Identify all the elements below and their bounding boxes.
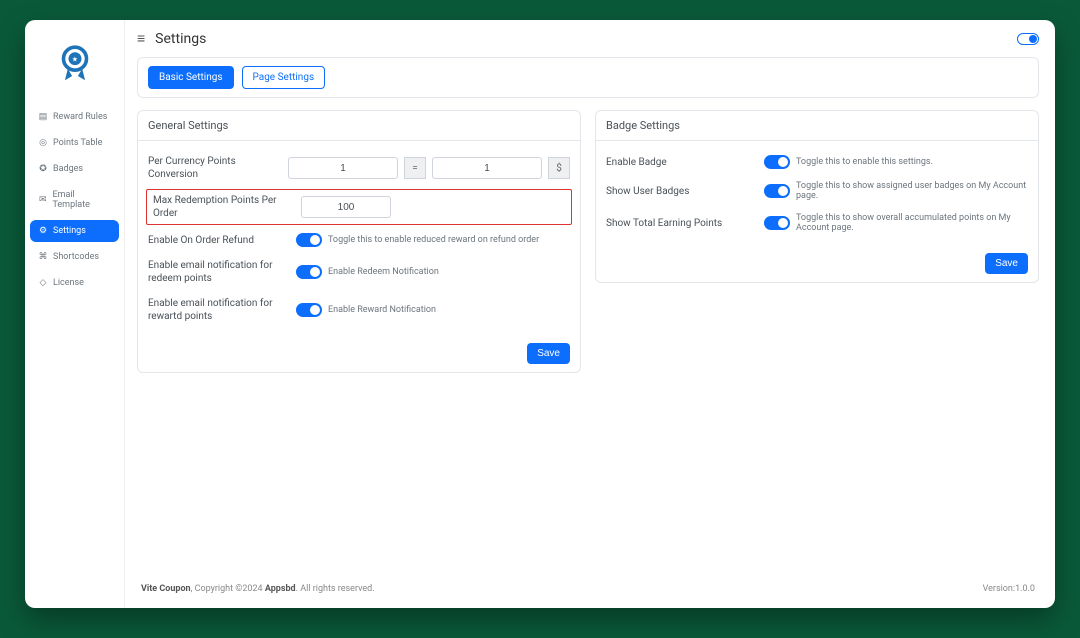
footer-product: Vite Coupon (141, 584, 191, 594)
svg-text:★: ★ (71, 55, 77, 64)
sidebar-item-badges[interactable]: ✪ Badges (30, 158, 119, 180)
main: ≡ Settings Basic Settings Page Settings … (125, 20, 1055, 608)
tab-page-settings[interactable]: Page Settings (242, 66, 326, 89)
sidebar-item-settings[interactable]: ⚙ Settings (30, 220, 119, 242)
footer-version: Version:1.0.0 (983, 584, 1035, 594)
sidebar-item-license[interactable]: ◇ License (30, 272, 119, 294)
content: Basic Settings Page Settings General Set… (125, 57, 1055, 608)
save-badge-button[interactable]: Save (985, 253, 1028, 274)
row-enable-badge: Enable Badge Toggle this to enable this … (606, 149, 1028, 175)
row-show-total-points: Show Total Earning Points Toggle this to… (606, 207, 1028, 239)
sidebar: ★ ▤ Reward Rules ◎ Points Table ✪ Badges… (25, 20, 125, 608)
label-enable-badge: Enable Badge (606, 156, 756, 169)
page-title: Settings (155, 31, 206, 47)
currency-box: $ (548, 157, 570, 179)
label-max-redemption: Max Redemption Points Per Order (153, 194, 293, 220)
sidebar-item-label: Settings (53, 226, 86, 236)
toggle-redeem-notif[interactable] (296, 265, 322, 279)
row-enable-refund: Enable On Order Refund Toggle this to en… (148, 227, 570, 253)
label-per-currency: Per Currency Points Conversion (148, 155, 280, 181)
desc-show-user-badges: Toggle this to show assigned user badges… (796, 181, 1028, 201)
label-enable-refund: Enable On Order Refund (148, 234, 288, 247)
rules-icon: ▤ (38, 112, 48, 122)
row-show-user-badges: Show User Badges Toggle this to show ass… (606, 175, 1028, 207)
sidebar-item-points-table[interactable]: ◎ Points Table (30, 132, 119, 154)
sidebar-item-label: Badges (53, 164, 83, 174)
sidebar-item-label: Email Template (52, 190, 111, 210)
sidebar-nav: ▤ Reward Rules ◎ Points Table ✪ Badges ✉… (25, 104, 124, 296)
shortcodes-icon: ⌘ (38, 252, 48, 262)
sidebar-item-email-template[interactable]: ✉ Email Template (30, 184, 119, 216)
badge-logo-icon: ★ (52, 40, 98, 86)
toggle-show-user-badges[interactable] (764, 184, 790, 198)
general-settings-card: General Settings Per Currency Points Con… (137, 110, 581, 373)
label-reward-notif: Enable email notification for rewartd po… (148, 297, 288, 323)
logo: ★ (25, 30, 124, 104)
equals-box: = (404, 157, 426, 179)
sidebar-item-label: Points Table (53, 138, 102, 148)
card-header: General Settings (138, 111, 580, 141)
toggle-reward-notif[interactable] (296, 303, 322, 317)
desc-enable-refund: Toggle this to enable reduced reward on … (328, 235, 539, 245)
footer-copy: , Copyright ©2024 (191, 584, 265, 594)
row-per-currency: Per Currency Points Conversion = $ (148, 149, 570, 187)
tabbar: Basic Settings Page Settings (137, 57, 1039, 98)
badges-icon: ✪ (38, 164, 48, 174)
row-redeem-notif: Enable email notification for redeem poi… (148, 253, 570, 291)
points-icon: ◎ (38, 138, 48, 148)
settings-icon: ⚙ (38, 226, 48, 236)
badge-settings-card: Badge Settings Enable Badge Toggle this … (595, 110, 1039, 283)
footer-rights: . All rights reserved. (296, 584, 375, 594)
input-max-redemption[interactable] (301, 196, 391, 218)
topbar: ≡ Settings (125, 20, 1055, 57)
tab-basic-settings[interactable]: Basic Settings (148, 66, 234, 89)
save-general-button[interactable]: Save (527, 343, 570, 364)
toggle-show-total-points[interactable] (764, 216, 790, 230)
license-icon: ◇ (38, 278, 48, 288)
footer-company: Appsbd (265, 584, 296, 594)
desc-show-total-points: Toggle this to show overall accumulated … (796, 213, 1028, 233)
card-header: Badge Settings (596, 111, 1038, 141)
desc-enable-badge: Toggle this to enable this settings. (796, 157, 933, 167)
app-window: ★ ▤ Reward Rules ◎ Points Table ✪ Badges… (25, 20, 1055, 608)
footer: Vite Coupon, Copyright ©2024 Appsbd. All… (137, 574, 1039, 598)
menu-toggle-icon[interactable]: ≡ (137, 30, 145, 47)
label-show-user-badges: Show User Badges (606, 185, 756, 198)
panels: General Settings Per Currency Points Con… (137, 110, 1039, 373)
label-show-total-points: Show Total Earning Points (606, 217, 756, 230)
sidebar-item-label: License (53, 278, 84, 288)
sidebar-item-label: Reward Rules (53, 112, 107, 122)
sidebar-item-shortcodes[interactable]: ⌘ Shortcodes (30, 246, 119, 268)
row-max-redemption: Max Redemption Points Per Order (146, 189, 572, 225)
sidebar-item-reward-rules[interactable]: ▤ Reward Rules (30, 106, 119, 128)
row-reward-notif: Enable email notification for rewartd po… (148, 291, 570, 329)
toggle-enable-badge[interactable] (764, 155, 790, 169)
footer-left: Vite Coupon, Copyright ©2024 Appsbd. All… (141, 584, 375, 594)
desc-redeem-notif: Enable Redeem Notification (328, 267, 439, 277)
input-amount[interactable] (432, 157, 542, 179)
email-icon: ✉ (38, 195, 47, 205)
sidebar-item-label: Shortcodes (53, 252, 99, 262)
input-points[interactable] (288, 157, 398, 179)
theme-toggle[interactable] (1017, 33, 1039, 45)
toggle-enable-refund[interactable] (296, 233, 322, 247)
desc-reward-notif: Enable Reward Notification (328, 305, 436, 315)
label-redeem-notif: Enable email notification for redeem poi… (148, 259, 288, 285)
